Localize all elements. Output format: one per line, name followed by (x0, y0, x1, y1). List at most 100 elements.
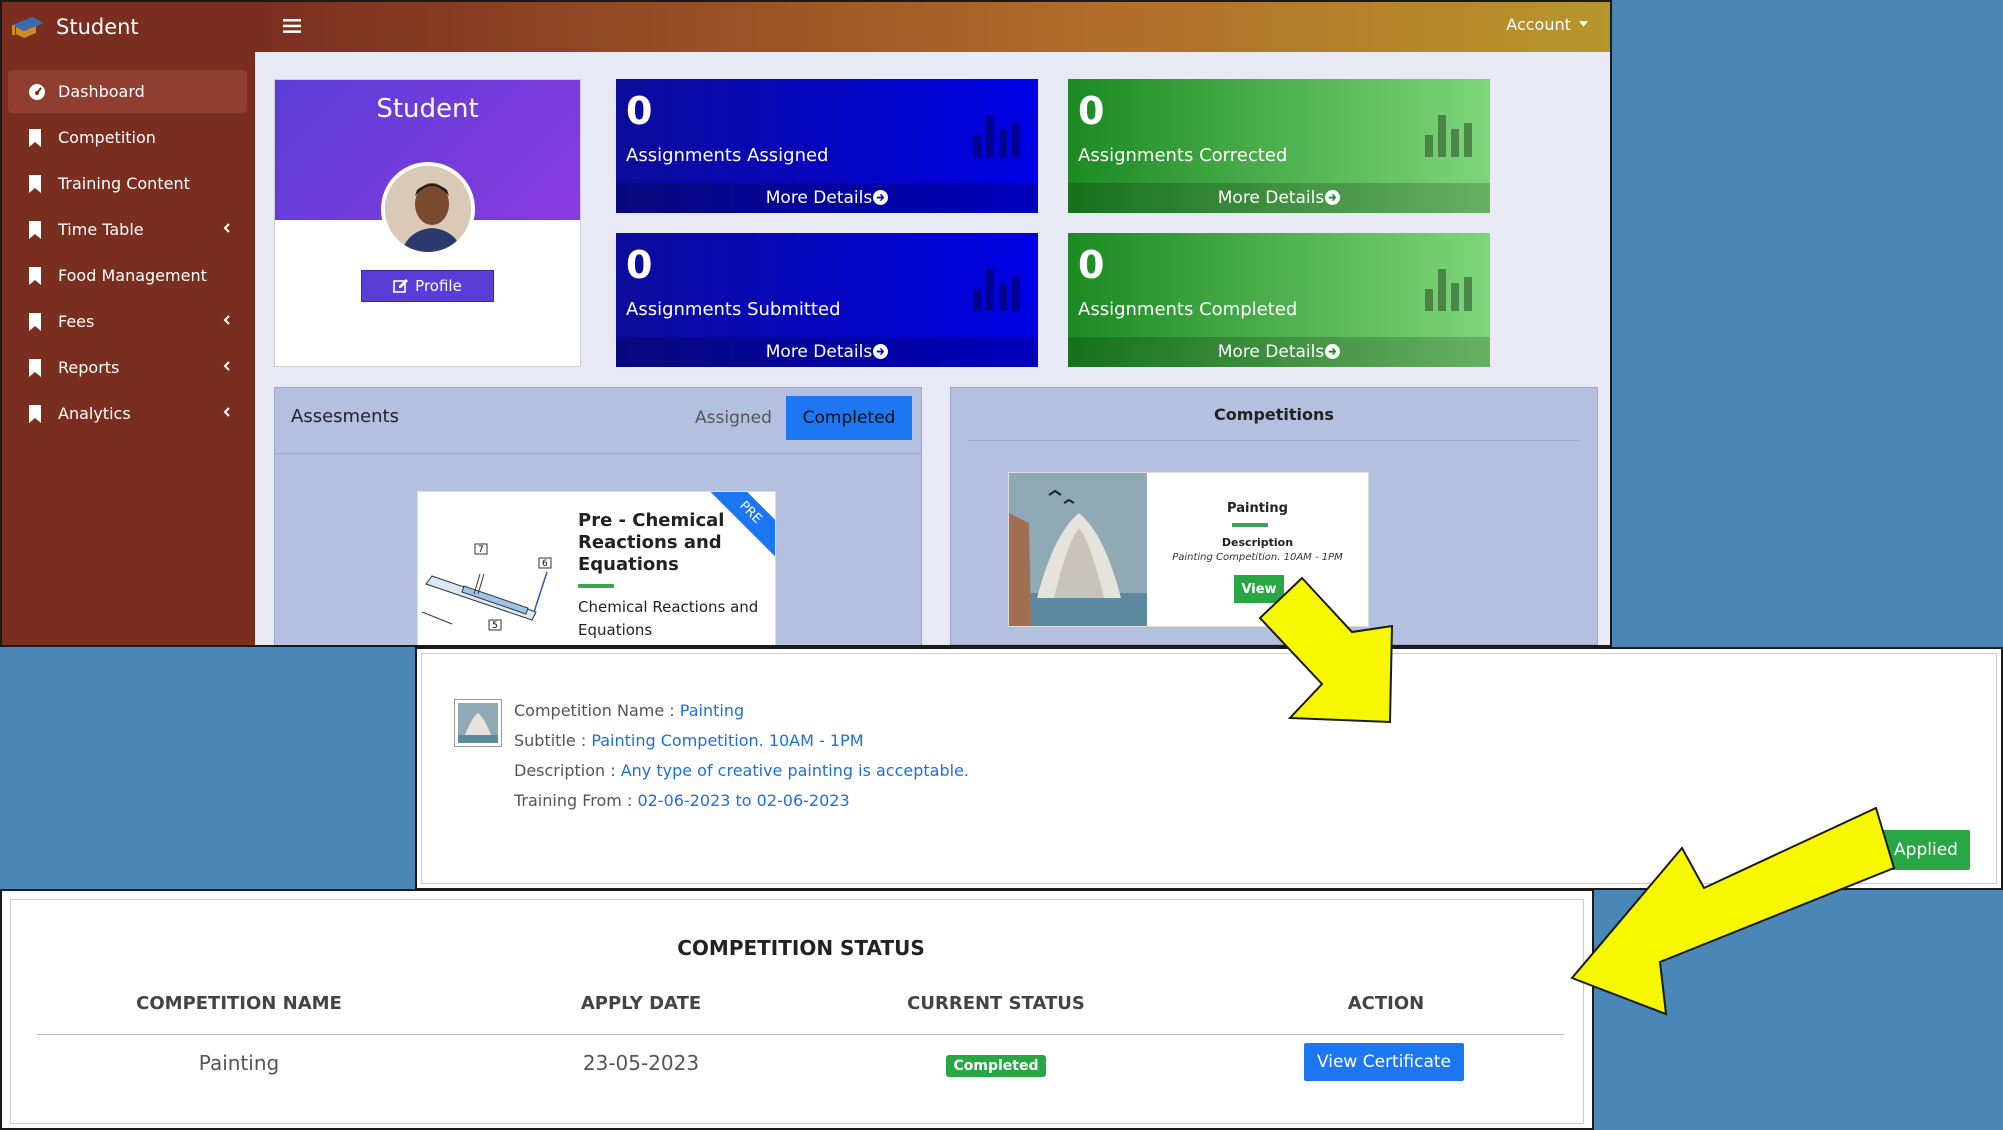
more-details-link[interactable]: More Details (1068, 183, 1490, 213)
more-details-label: More Details (1217, 188, 1325, 208)
chevron-left-icon (223, 315, 230, 325)
bookmark-icon (29, 220, 41, 239)
bookmark-icon (29, 358, 41, 377)
stat-card-assignments-assigned: 0 Assignments Assigned More Details (616, 79, 1038, 213)
competition-name: Painting (1227, 501, 1288, 516)
stat-label: Assignments Corrected (1078, 145, 1288, 166)
sidebar-item-dashboard[interactable]: Dashboard (8, 70, 247, 113)
sidebar-item-reports[interactable]: Reports (8, 346, 247, 389)
column-header: CURRENT STATUS (907, 993, 1085, 1014)
lab-apparatus-diagram: 7 6 5 (422, 543, 552, 631)
sidebar: Student Dashboard Competition Training C… (2, 2, 255, 645)
yellow-arrow-icon (1258, 576, 1394, 724)
stat-card-assignments-completed: 0 Assignments Completed More Details (1068, 233, 1490, 367)
info-value: Any type of creative painting is accepta… (620, 761, 969, 780)
sidebar-item-analytics[interactable]: Analytics (8, 392, 247, 435)
sidebar-item-label: Analytics (58, 404, 131, 423)
chevron-left-icon (223, 223, 230, 233)
info-row-subtitle: Subtitle : Painting Competition. 10AM - … (514, 726, 969, 756)
diagram-label-7: 7 (478, 545, 484, 555)
view-certificate-button[interactable]: View Certificate (1304, 1043, 1464, 1081)
info-row-name: Competition Name : Painting (514, 696, 969, 726)
competition-subtitle: Painting Competition. 10AM - 1PM (1172, 552, 1343, 563)
edit-icon (393, 279, 409, 293)
yellow-arrow-icon (1570, 806, 1896, 1016)
sidebar-item-time-table[interactable]: Time Table (8, 208, 247, 251)
table-divider (37, 1034, 1564, 1035)
brand[interactable]: Student (2, 2, 255, 52)
account-label: Account (1506, 15, 1571, 34)
stat-label: Assignments Completed (1078, 299, 1298, 320)
chevron-left-icon (223, 407, 230, 417)
caret-down-icon (1579, 21, 1588, 27)
bookmark-icon (29, 174, 41, 193)
assessments-title: Assesments (291, 406, 399, 427)
sidebar-item-label: Competition (58, 128, 156, 147)
competitions-title: Competitions (1214, 405, 1334, 424)
info-label: Training From : (514, 791, 633, 810)
competition-status-screenshot: COMPETITION STATUS COMPETITION NAME APPL… (0, 889, 1594, 1130)
bar-chart-icon (1425, 269, 1472, 311)
topbar: Account (255, 2, 1610, 52)
bookmark-icon (29, 128, 41, 147)
assessment-card[interactable]: 7 6 5 Pre - Chemical Reactions and Equat… (417, 491, 776, 645)
info-label: Competition Name : (514, 701, 675, 720)
column-header: ACTION (1347, 993, 1425, 1014)
chevron-left-icon (223, 361, 230, 371)
diagram-label-5: 5 (492, 621, 498, 631)
arrow-circle-right-icon (873, 344, 889, 359)
column-header: COMPETITION NAME (136, 993, 342, 1014)
competition-thumbnail (454, 699, 502, 747)
more-details-link[interactable]: More Details (616, 337, 1038, 367)
bar-chart-icon (1425, 115, 1472, 157)
status-badge: Completed (946, 1055, 1046, 1077)
sidebar-item-label: Food Management (58, 266, 207, 285)
assessment-divider (578, 584, 614, 588)
profile-button[interactable]: Profile (361, 270, 494, 302)
stat-value: 0 (1078, 89, 1105, 133)
sidebar-item-label: Training Content (58, 174, 190, 193)
hamburger-menu-icon[interactable] (283, 18, 301, 34)
sidebar-item-competition[interactable]: Competition (8, 116, 247, 159)
brand-name: Student (56, 15, 139, 39)
table-cell-name: Painting (198, 1051, 280, 1075)
arrow-circle-right-icon (873, 190, 889, 205)
dashboard-gauge-icon (29, 83, 45, 100)
info-label: Description : (514, 761, 616, 780)
info-row-training: Training From : 02-06-2023 to 02-06-2023 (514, 786, 969, 816)
more-details-label: More Details (1217, 342, 1325, 362)
lotus-temple-image (1009, 473, 1147, 626)
sidebar-item-fees[interactable]: Fees (8, 300, 247, 343)
more-details-label: More Details (765, 188, 873, 208)
avatar-portrait-icon (385, 166, 471, 252)
info-value: 02-06-2023 to 02-06-2023 (637, 791, 850, 810)
diagram-label-6: 6 (542, 559, 548, 569)
sidebar-nav: Dashboard Competition Training Content T… (2, 52, 255, 435)
stat-label: Assignments Submitted (626, 299, 841, 320)
bar-chart-icon (973, 269, 1020, 311)
status-card: COMPETITION STATUS COMPETITION NAME APPL… (10, 899, 1584, 1124)
avatar (381, 162, 475, 256)
arrow-circle-right-icon (1325, 190, 1341, 205)
column-header: APPLY DATE (580, 993, 702, 1014)
sidebar-item-label: Time Table (58, 220, 144, 239)
stat-value: 0 (626, 89, 653, 133)
competition-info: Competition Name : Painting Subtitle : P… (514, 696, 969, 816)
account-dropdown[interactable]: Account (1506, 15, 1588, 34)
sidebar-item-food-management[interactable]: Food Management (8, 254, 247, 297)
stat-label: Assignments Assigned (626, 145, 829, 166)
arrow-circle-right-icon (1325, 344, 1341, 359)
competition-divider (1232, 523, 1268, 527)
bar-chart-icon (973, 115, 1020, 157)
lotus-temple-thumbnail-icon (458, 703, 498, 743)
info-label: Subtitle : (514, 731, 587, 750)
sidebar-item-training-content[interactable]: Training Content (8, 162, 247, 205)
tab-completed[interactable]: Completed (786, 396, 912, 440)
dashboard-screenshot: Student Dashboard Competition Training C… (0, 0, 1612, 647)
more-details-link[interactable]: More Details (1068, 337, 1490, 367)
info-row-description: Description : Any type of creative paint… (514, 756, 969, 786)
more-details-link[interactable]: More Details (616, 183, 1038, 213)
tab-assigned[interactable]: Assigned (695, 408, 772, 428)
stat-value: 0 (626, 243, 653, 287)
bookmark-icon (29, 404, 41, 423)
